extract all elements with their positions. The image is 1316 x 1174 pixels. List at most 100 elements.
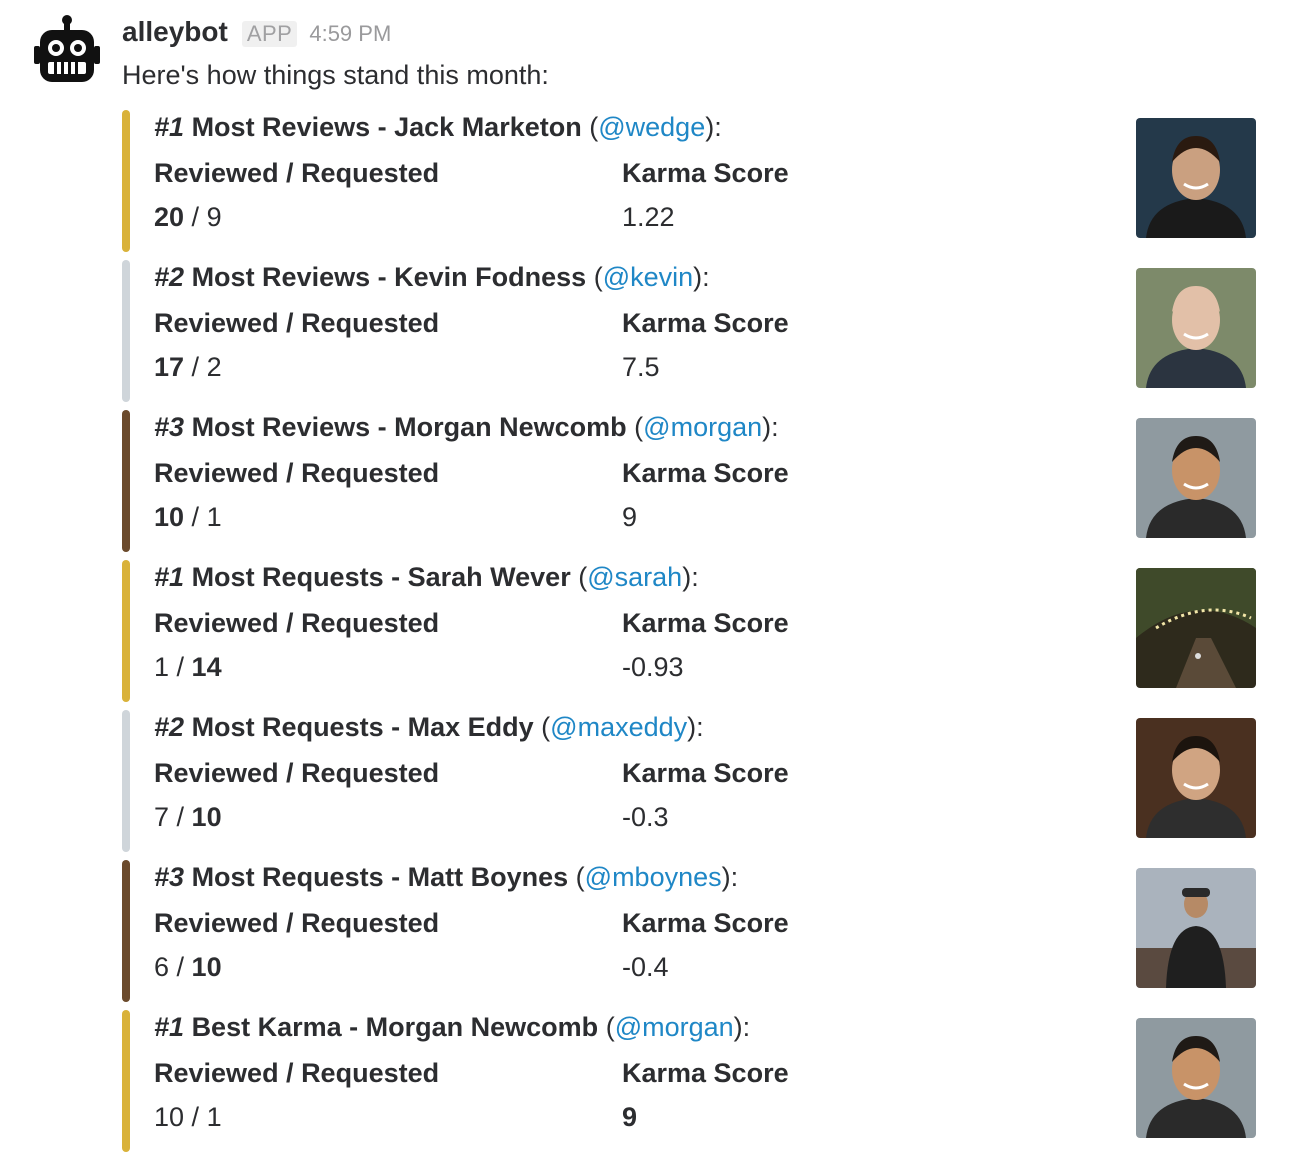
user-mention-link[interactable]: @morgan	[615, 1012, 734, 1042]
requested-count: 9	[206, 202, 222, 232]
requested-count: 10	[191, 802, 222, 832]
person-name: Morgan Newcomb	[394, 412, 627, 442]
user-mention-link[interactable]: @morgan	[643, 412, 762, 442]
category-label: Most Requests	[191, 862, 384, 892]
person-name: Kevin Fodness	[394, 262, 587, 292]
user-photo[interactable]	[1136, 268, 1256, 388]
attachment-color-bar	[122, 560, 130, 702]
user-photo[interactable]	[1136, 418, 1256, 538]
message-timestamp[interactable]: 4:59 PM	[309, 21, 391, 47]
field-value-reviewed-requested: 1 / 14	[154, 652, 222, 682]
rank-label: #1	[154, 562, 185, 592]
attachment-title: #2 Most Requests - Max Eddy (@maxeddy):	[154, 712, 704, 742]
attachment-title: #3 Most Reviews - Morgan Newcomb (@morga…	[154, 412, 779, 442]
field-value-karma-score: -0.3	[622, 802, 669, 832]
robot-icon	[34, 15, 100, 82]
field-value-reviewed-requested: 10 / 1	[154, 1102, 222, 1132]
user-photo[interactable]	[1136, 118, 1256, 238]
reviewed-count: 1	[154, 652, 170, 682]
person-name: Max Eddy	[407, 712, 534, 742]
rank-label: #3	[154, 862, 185, 892]
field-label-karma-score: Karma Score	[622, 308, 789, 338]
bot-avatar[interactable]	[34, 14, 100, 84]
field-value-reviewed-requested: 17 / 2	[154, 352, 222, 382]
person-name: Matt Boynes	[407, 862, 569, 892]
user-mention-link[interactable]: @mboynes	[585, 862, 722, 892]
field-label-reviewed-requested: Reviewed / Requested	[154, 308, 440, 338]
requested-count: 10	[191, 952, 222, 982]
requested-count: 14	[191, 652, 222, 682]
field-label-reviewed-requested: Reviewed / Requested	[154, 1058, 440, 1088]
attachment-title: #2 Most Reviews - Kevin Fodness (@kevin)…	[154, 262, 710, 292]
user-photo[interactable]	[1136, 868, 1256, 988]
category-label: Most Reviews	[191, 412, 371, 442]
requested-count: 1	[206, 502, 222, 532]
attachment: #1 Best Karma - Morgan Newcomb (@morgan)…	[122, 1010, 1262, 1152]
field-label-karma-score: Karma Score	[622, 758, 789, 788]
field-value-reviewed-requested: 6 / 10	[154, 952, 222, 982]
category-label: Most Reviews	[191, 262, 371, 292]
slack-message: alleybot APP 4:59 PM Here's how things s…	[0, 0, 1316, 1174]
person-name: Jack Marketon	[394, 112, 582, 142]
message-header: alleybot APP 4:59 PM	[122, 16, 391, 52]
rank-label: #1	[154, 112, 185, 142]
attachment: #3 Most Reviews - Morgan Newcomb (@morga…	[122, 410, 1262, 552]
attachment-color-bar	[122, 710, 130, 852]
requested-count: 2	[206, 352, 222, 382]
field-label-karma-score: Karma Score	[622, 158, 789, 188]
field-label-karma-score: Karma Score	[622, 458, 789, 488]
message-text: Here's how things stand this month:	[122, 60, 549, 90]
attachment: #3 Most Requests - Matt Boynes (@mboynes…	[122, 860, 1262, 1002]
bot-name[interactable]: alleybot	[122, 16, 228, 48]
reviewed-count: 10	[154, 502, 185, 532]
field-value-reviewed-requested: 20 / 9	[154, 202, 222, 232]
attachment-title: #1 Best Karma - Morgan Newcomb (@morgan)…	[154, 1012, 751, 1042]
attachment: #1 Most Requests - Sarah Wever (@sarah):…	[122, 560, 1262, 702]
attachment-color-bar	[122, 1010, 130, 1152]
attachment: #1 Most Reviews - Jack Marketon (@wedge)…	[122, 110, 1262, 252]
user-mention-link[interactable]: @wedge	[598, 112, 705, 142]
category-label: Most Requests	[191, 562, 384, 592]
rank-label: #3	[154, 412, 185, 442]
person-name: Sarah Wever	[407, 562, 571, 592]
attachment-color-bar	[122, 260, 130, 402]
reviewed-count: 20	[154, 202, 185, 232]
attachment: #2 Most Reviews - Kevin Fodness (@kevin)…	[122, 260, 1262, 402]
attachment-color-bar	[122, 410, 130, 552]
category-label: Most Reviews	[191, 112, 371, 142]
field-value-reviewed-requested: 10 / 1	[154, 502, 222, 532]
field-label-karma-score: Karma Score	[622, 608, 789, 638]
field-value-karma-score: -0.4	[622, 952, 669, 982]
field-value-karma-score: 9	[622, 502, 638, 532]
attachment-title: #1 Most Reviews - Jack Marketon (@wedge)…	[154, 112, 722, 142]
user-photo[interactable]	[1136, 568, 1256, 688]
field-label-reviewed-requested: Reviewed / Requested	[154, 608, 440, 638]
attachment: #2 Most Requests - Max Eddy (@maxeddy): …	[122, 710, 1262, 852]
field-value-karma-score: 1.22	[622, 202, 675, 232]
rank-label: #1	[154, 1012, 185, 1042]
field-label-reviewed-requested: Reviewed / Requested	[154, 758, 440, 788]
app-badge: APP	[241, 21, 298, 47]
field-value-reviewed-requested: 7 / 10	[154, 802, 222, 832]
field-label-reviewed-requested: Reviewed / Requested	[154, 458, 440, 488]
category-label: Most Requests	[191, 712, 384, 742]
user-mention-link[interactable]: @sarah	[587, 562, 682, 592]
requested-count: 1	[206, 1102, 222, 1132]
user-mention-link[interactable]: @kevin	[603, 262, 693, 292]
user-photo[interactable]	[1136, 718, 1256, 838]
attachment-list: #1 Most Reviews - Jack Marketon (@wedge)…	[122, 110, 1262, 1160]
field-value-karma-score: 7.5	[622, 352, 660, 382]
attachment-title: #3 Most Requests - Matt Boynes (@mboynes…	[154, 862, 739, 892]
person-name: Morgan Newcomb	[365, 1012, 599, 1042]
user-photo[interactable]	[1136, 1018, 1256, 1138]
user-mention-link[interactable]: @maxeddy	[550, 712, 687, 742]
reviewed-count: 17	[154, 352, 185, 382]
attachment-color-bar	[122, 860, 130, 1002]
reviewed-count: 10	[154, 1102, 185, 1132]
field-value-karma-score: -0.93	[622, 652, 684, 682]
field-label-reviewed-requested: Reviewed / Requested	[154, 908, 440, 938]
reviewed-count: 6	[154, 952, 170, 982]
attachment-color-bar	[122, 110, 130, 252]
field-label-karma-score: Karma Score	[622, 1058, 789, 1088]
attachment-title: #1 Most Requests - Sarah Wever (@sarah):	[154, 562, 699, 592]
